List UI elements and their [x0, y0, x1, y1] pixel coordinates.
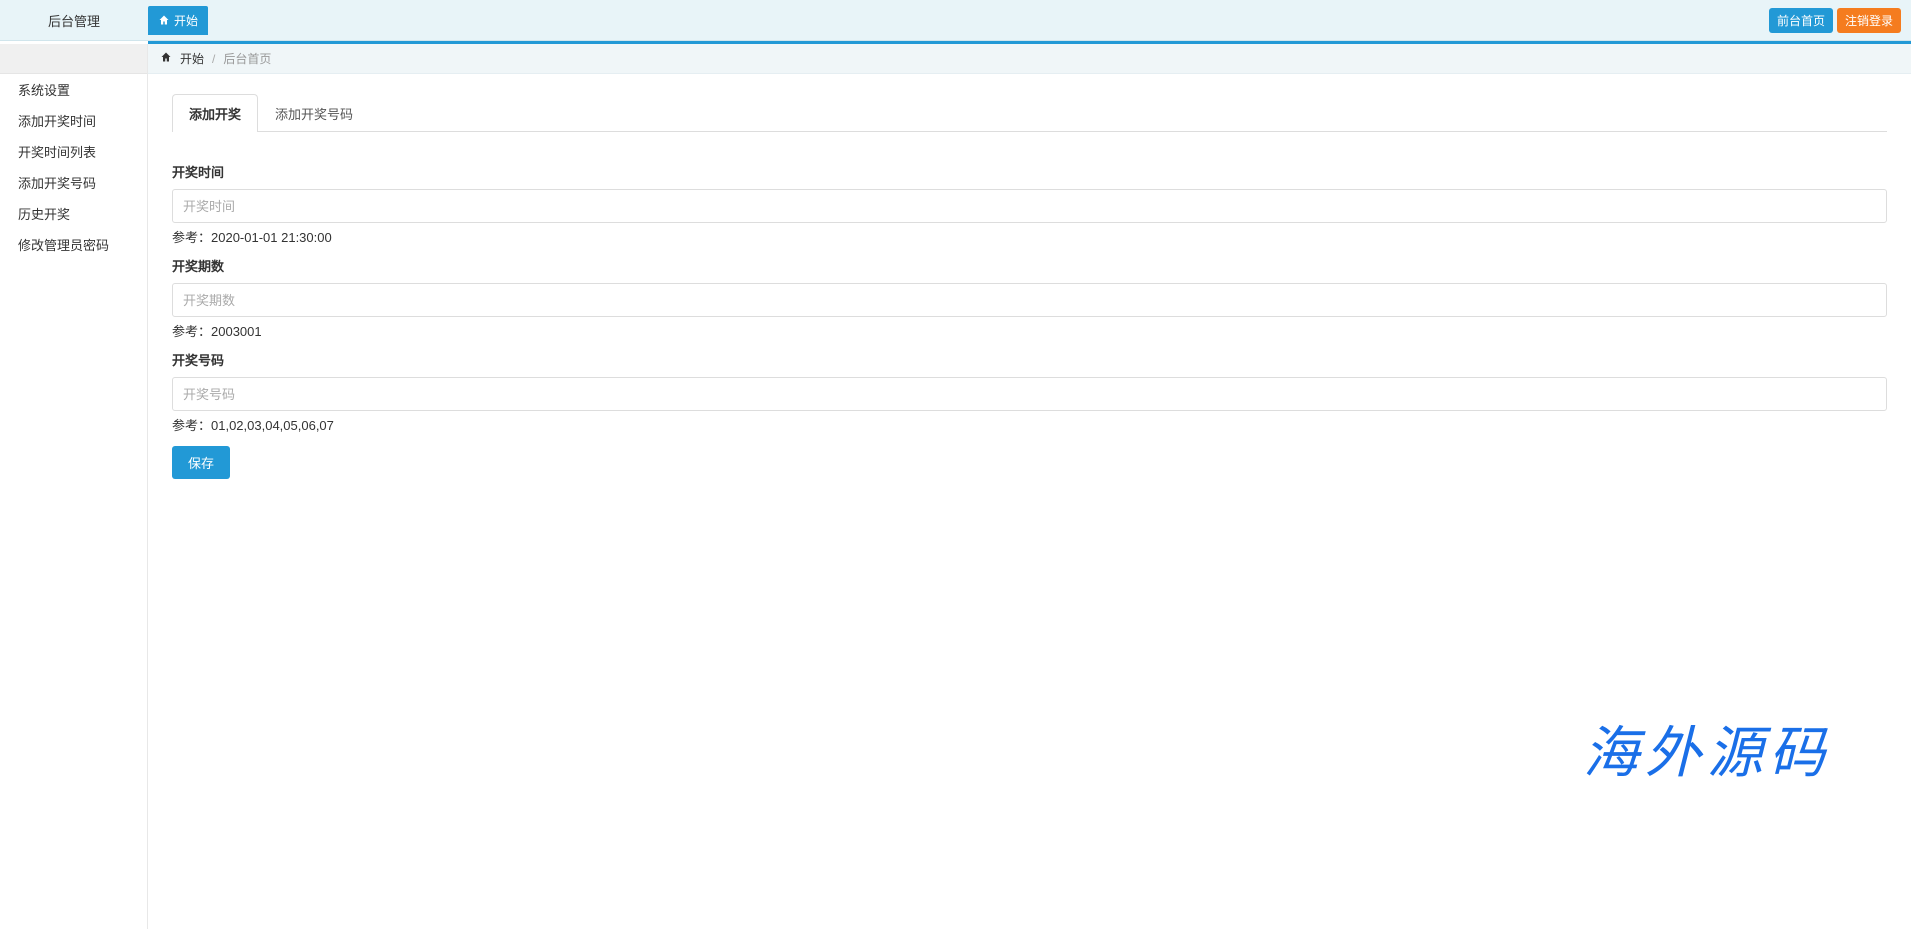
help-draw-numbers: 参考：01,02,03,04,05,06,07	[172, 415, 1887, 434]
topbar: 后台管理 开始 前台首页 注销登录	[0, 0, 1911, 41]
sidebar: 系统设置 添加开奖时间 开奖时间列表 添加开奖号码 历史开奖 修改管理员密码	[0, 44, 148, 929]
sidebar-spacer	[0, 44, 147, 74]
sidebar-item-system-settings[interactable]: 系统设置	[0, 74, 147, 105]
group-draw-time: 开奖时间 参考：2020-01-01 21:30:00	[172, 162, 1887, 246]
sidebar-item-add-draw-time[interactable]: 添加开奖时间	[0, 105, 147, 136]
home-icon	[160, 51, 172, 66]
tab-add-draw-number[interactable]: 添加开奖号码	[258, 94, 370, 132]
sidebar-item-draw-time-list[interactable]: 开奖时间列表	[0, 136, 147, 167]
content: 开始 / 后台首页 添加开奖 添加开奖号码 开奖时间 参考：2020-01-01…	[148, 44, 1911, 929]
group-draw-numbers: 开奖号码 参考：01,02,03,04,05,06,07	[172, 350, 1887, 434]
panel: 添加开奖 添加开奖号码 开奖时间 参考：2020-01-01 21:30:00 …	[172, 94, 1887, 479]
home-icon	[158, 14, 170, 26]
topbar-right: 前台首页 注销登录	[1769, 8, 1911, 33]
layout: 系统设置 添加开奖时间 开奖时间列表 添加开奖号码 历史开奖 修改管理员密码 开…	[0, 44, 1911, 929]
sidebar-item-change-admin-password[interactable]: 修改管理员密码	[0, 229, 147, 260]
breadcrumb: 开始 / 后台首页	[148, 44, 1911, 74]
label-draw-time: 开奖时间	[172, 162, 1887, 181]
brand: 后台管理	[0, 11, 148, 30]
tab-add-draw[interactable]: 添加开奖	[172, 94, 258, 132]
help-draw-issue: 参考：2003001	[172, 321, 1887, 340]
draw-form: 开奖时间 参考：2020-01-01 21:30:00 开奖期数 参考：2003…	[172, 132, 1887, 479]
sidebar-item-history-draw[interactable]: 历史开奖	[0, 198, 147, 229]
front-home-button[interactable]: 前台首页	[1769, 8, 1833, 33]
topbar-left: 后台管理 开始	[0, 6, 208, 35]
help-draw-time: 参考：2020-01-01 21:30:00	[172, 227, 1887, 246]
input-draw-numbers[interactable]	[172, 377, 1887, 411]
breadcrumb-start[interactable]: 开始	[180, 50, 204, 67]
group-draw-issue: 开奖期数 参考：2003001	[172, 256, 1887, 340]
tab-start[interactable]: 开始	[148, 6, 208, 35]
breadcrumb-separator: /	[212, 52, 215, 66]
sidebar-item-add-draw-number[interactable]: 添加开奖号码	[0, 167, 147, 198]
input-draw-issue[interactable]	[172, 283, 1887, 317]
tab-start-label: 开始	[174, 12, 198, 29]
content-tabs: 添加开奖 添加开奖号码	[172, 94, 1887, 132]
logout-button[interactable]: 注销登录	[1837, 8, 1901, 33]
breadcrumb-current: 后台首页	[223, 50, 271, 67]
save-button[interactable]: 保存	[172, 446, 230, 479]
label-draw-issue: 开奖期数	[172, 256, 1887, 275]
label-draw-numbers: 开奖号码	[172, 350, 1887, 369]
input-draw-time[interactable]	[172, 189, 1887, 223]
